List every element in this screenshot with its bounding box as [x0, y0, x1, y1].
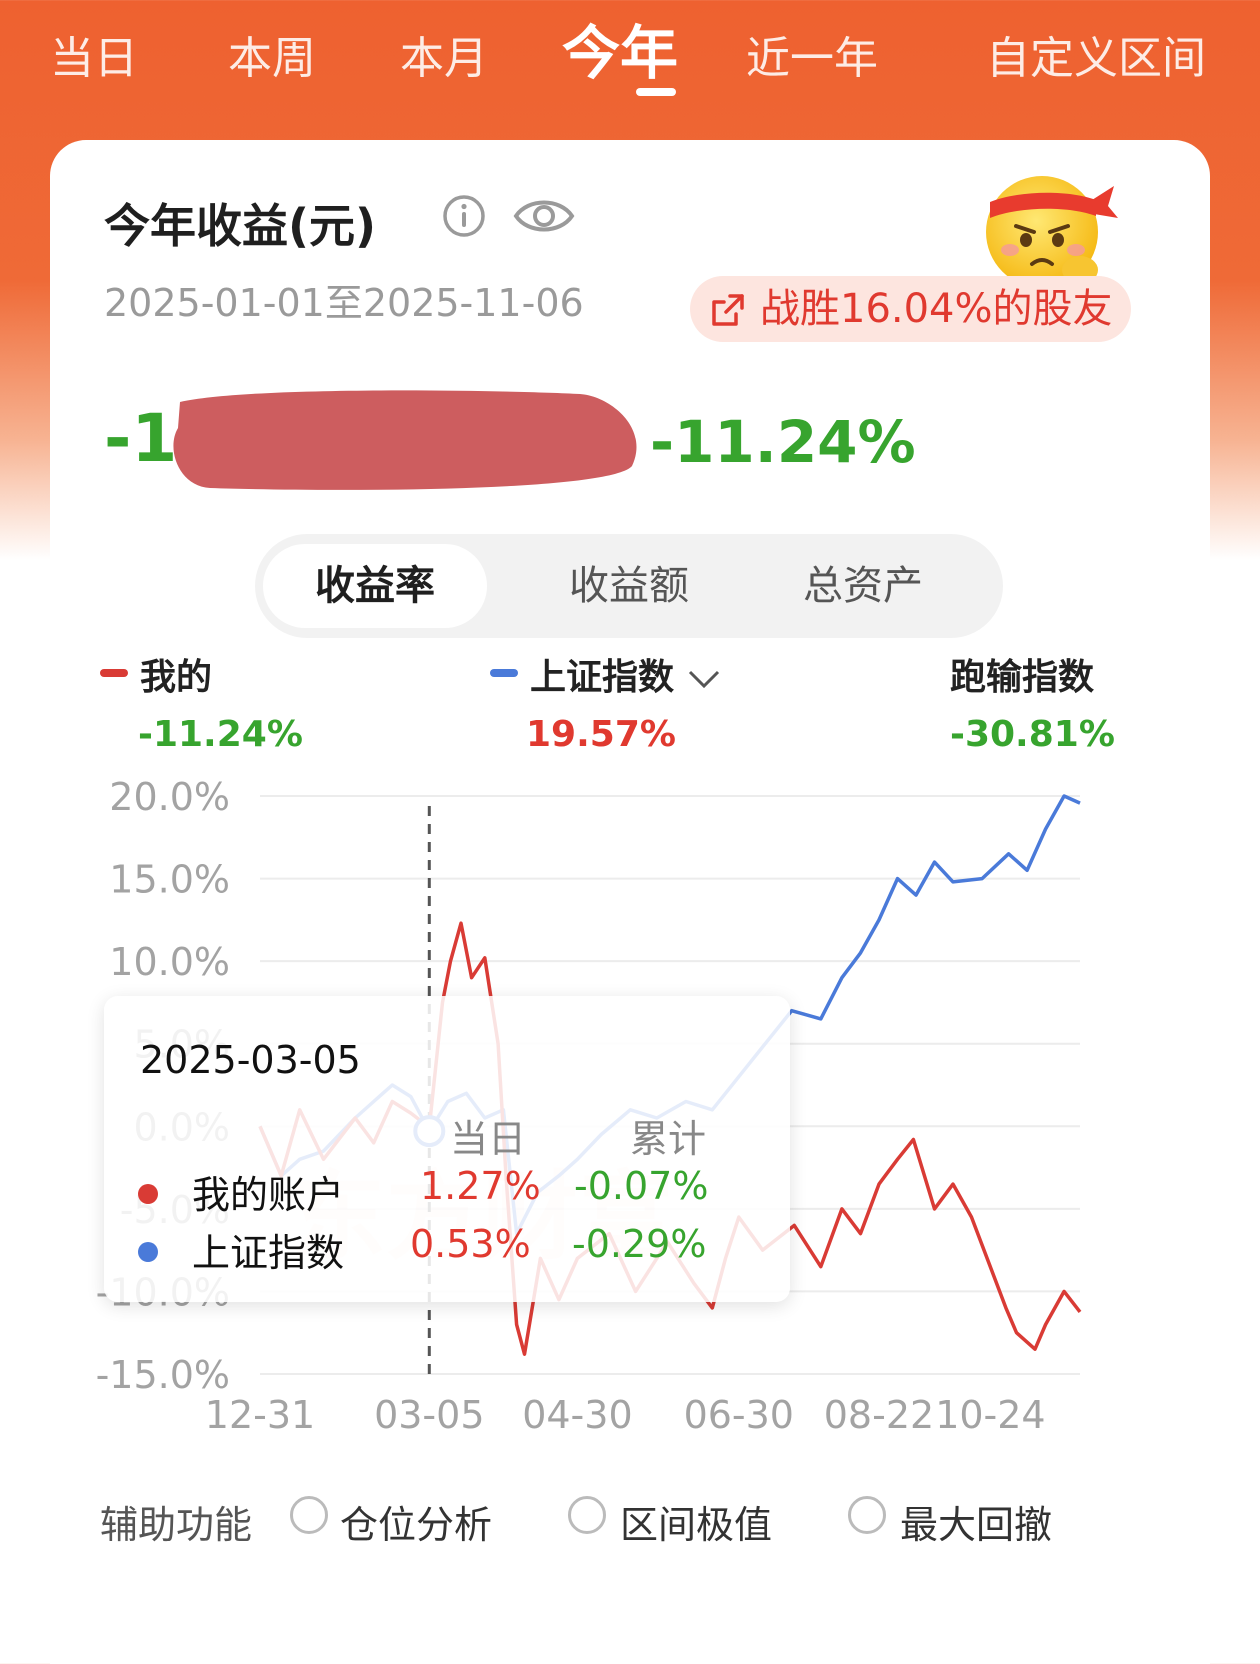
radio-max-drawdown[interactable]: [848, 1496, 886, 1534]
x-tick-label: 10-24: [935, 1393, 1045, 1437]
tab-last-year[interactable]: 近一年: [746, 22, 878, 86]
mine-dot-icon: [138, 1184, 158, 1204]
y-tick-label: 15.0%: [109, 858, 230, 902]
tooltip-row-name: 我的账户: [192, 1173, 345, 1217]
metric-switch: 收益率 收益额 总资产: [255, 534, 1003, 638]
beat-friends-badge[interactable]: 战胜16.04%的股友: [690, 276, 1131, 342]
y-tick-label: -15.0%: [96, 1353, 230, 1397]
tooltip-row-total: -0.07%: [574, 1164, 709, 1208]
tab-week[interactable]: 本周: [228, 22, 316, 86]
tab-this-year[interactable]: 今年: [562, 6, 678, 90]
radio-position-analysis[interactable]: [290, 1496, 328, 1534]
tooltip-col-day: 当日: [450, 1117, 527, 1161]
eye-icon[interactable]: [512, 190, 576, 242]
metric-return-rate[interactable]: 收益率: [263, 544, 487, 628]
tooltip-row-total: -0.29%: [572, 1222, 707, 1266]
chevron-down-icon[interactable]: [687, 667, 721, 691]
tooltip-date: 2025-03-05: [140, 1038, 361, 1082]
tooltip-row-index: 上证指数 0.53% -0.29%: [104, 1222, 790, 1282]
card-title: 今年收益(元): [104, 199, 377, 253]
y-tick-label: 10.0%: [109, 940, 230, 984]
legend-index-label: 上证指数: [530, 657, 675, 698]
tab-month[interactable]: 本月: [400, 22, 488, 86]
share-icon: [712, 294, 744, 326]
legend-diff-value: -30.81%: [950, 714, 1115, 755]
return-amount: -1: [104, 400, 178, 477]
returns-card: 今年收益(元) 2025-01-01至2025-11-06 战胜16.04%的股…: [50, 140, 1210, 1664]
tab-today[interactable]: 当日: [50, 22, 138, 86]
legend-diff: 跑输指数 -30.81%: [950, 648, 1115, 755]
x-tick-label: 04-30: [522, 1393, 632, 1437]
aux-option-extreme[interactable]: 区间极值: [620, 1494, 772, 1549]
x-tick-label: 12-31: [205, 1393, 315, 1437]
legend-mine-value: -11.24%: [138, 714, 303, 755]
legend-index[interactable]: 上证指数 19.57%: [490, 648, 721, 755]
y-tick-label: 20.0%: [109, 775, 230, 819]
chart-tooltip: 2025-03-05 当日 累计 我的账户 1.27% -0.07% 上证指数 …: [104, 996, 790, 1302]
redaction-mark: [173, 390, 637, 490]
legend-mine: 我的 -11.24%: [100, 648, 303, 755]
tooltip-col-total: 累计: [630, 1117, 707, 1161]
index-dot-icon: [138, 1242, 158, 1262]
aux-option-drawdown[interactable]: 最大回撤: [900, 1494, 1052, 1549]
mascot-emoji-icon: [986, 176, 1118, 288]
tab-custom-range[interactable]: 自定义区间: [986, 22, 1206, 86]
legend-index-value: 19.57%: [526, 714, 676, 755]
tooltip-row-day: 1.27%: [420, 1164, 541, 1208]
radio-range-extreme[interactable]: [568, 1496, 606, 1534]
date-range: 2025-01-01至2025-11-06: [104, 281, 584, 325]
return-percent: -11.24%: [650, 408, 916, 476]
x-tick-label: 06-30: [684, 1393, 794, 1437]
active-tab-indicator: [636, 88, 676, 96]
aux-option-position[interactable]: 仓位分析: [340, 1494, 492, 1549]
x-tick-label: 03-05: [374, 1393, 484, 1437]
legend-mine-label: 我的: [140, 657, 213, 698]
x-tick-label: 08-22: [824, 1393, 934, 1437]
legend-diff-label: 跑输指数: [950, 657, 1095, 698]
tooltip-row-name: 上证指数: [192, 1231, 345, 1275]
beat-friends-text: 战胜16.04%的股友: [760, 286, 1113, 332]
tooltip-row-mine: 我的账户 1.27% -0.07%: [104, 1164, 790, 1224]
info-icon[interactable]: [442, 194, 486, 238]
metric-return-amount[interactable]: 收益额: [517, 544, 741, 628]
metric-total-assets[interactable]: 总资产: [751, 544, 975, 628]
period-tabs: 当日 本周 本月 今年 近一年 自定义区间: [0, 0, 1260, 120]
aux-label: 辅助功能: [100, 1503, 253, 1547]
tooltip-row-day: 0.53%: [410, 1222, 531, 1266]
